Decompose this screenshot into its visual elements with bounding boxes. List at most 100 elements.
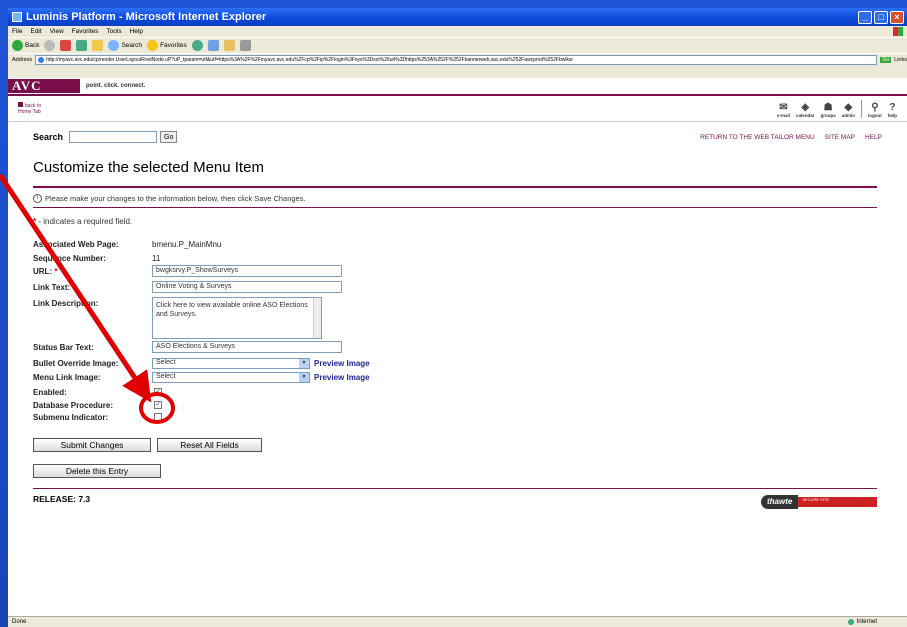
- search-go-button[interactable]: Go: [160, 131, 178, 143]
- portal-nav: back to Home Tab ✉ e-mail ◈ calendar ☗ g…: [8, 96, 907, 122]
- enabled-checkbox[interactable]: ✓: [154, 388, 162, 396]
- return-web-tailor-link[interactable]: RETURN TO THE WEB TAILOR MENU: [700, 134, 815, 141]
- help-nav[interactable]: ? help: [888, 101, 897, 118]
- reset-all-fields-button[interactable]: Reset All Fields: [157, 438, 262, 452]
- calendar-nav[interactable]: ◈ calendar: [796, 101, 815, 118]
- link-description-label: Link Description:: [33, 299, 99, 308]
- menu-link-image-select[interactable]: Select ▼: [152, 372, 310, 383]
- enabled-label: Enabled:: [33, 388, 67, 397]
- page-content: AVC point. click. connect. back to Home …: [8, 78, 907, 616]
- media-icon[interactable]: [191, 40, 203, 51]
- windows-logo-icon: [893, 27, 903, 36]
- info-icon: i: [33, 194, 42, 203]
- star-icon: [147, 40, 159, 51]
- groups-icon: ☗: [823, 101, 833, 113]
- address-label: Address: [12, 56, 33, 63]
- admin-nav[interactable]: ◆ admin: [842, 101, 855, 118]
- portal-icons: ✉ e-mail ◈ calendar ☗ groups ◆ admin ⚲ l…: [777, 99, 897, 118]
- status-bar-text-label: Status Bar Text:: [33, 343, 94, 352]
- groups-nav[interactable]: ☗ groups: [820, 101, 835, 118]
- refresh-icon[interactable]: [76, 40, 88, 51]
- menu-bar: File Edit View Favorites Tools Help: [8, 26, 907, 37]
- bullet-override-image-select[interactable]: Select ▼: [152, 358, 310, 369]
- ie-icon: [12, 12, 22, 22]
- back-to-home-link[interactable]: back to Home Tab: [18, 102, 41, 115]
- maximize-button[interactable]: □: [874, 10, 888, 24]
- link-text-input[interactable]: Online Voting & Surveys: [152, 281, 342, 293]
- link-description-textarea[interactable]: Click here to view available online ASO …: [152, 297, 322, 339]
- back-arrow-icon: [18, 102, 23, 107]
- sequence-number-value: 11: [152, 254, 161, 263]
- home-icon[interactable]: [92, 40, 104, 51]
- help-icon: ?: [889, 101, 896, 113]
- avc-logo: AVC: [8, 78, 80, 93]
- thawte-secure-seal[interactable]: thawte SECURE SITE: [761, 494, 877, 510]
- submenu-indicator-label: Submenu Indicator:: [33, 413, 109, 422]
- back-button[interactable]: Back: [12, 40, 39, 51]
- stop-icon[interactable]: [60, 40, 72, 51]
- security-zone: Internet: [847, 619, 877, 625]
- top-links: RETURN TO THE WEB TAILOR MENU SITE MAP H…: [700, 134, 882, 141]
- links-label[interactable]: Links: [894, 57, 907, 63]
- chevron-down-icon: ▼: [299, 373, 309, 382]
- status-bar-text-input[interactable]: ASO Elections & Surveys: [152, 341, 342, 353]
- secure-site-badge: SECURE SITE: [798, 497, 877, 507]
- search-row: Search Go: [33, 131, 178, 143]
- url-input[interactable]: bwgksrvy.P_ShowSurveys: [152, 265, 342, 277]
- title-divider: [33, 186, 877, 188]
- globe-icon: [847, 619, 854, 625]
- address-input[interactable]: http://myavc.avc.edu/cp/render.UserLayou…: [35, 54, 878, 65]
- browser-window: Luminis Platform - Microsoft Internet Ex…: [8, 8, 907, 627]
- menu-view[interactable]: View: [50, 28, 64, 35]
- minimize-button[interactable]: _: [858, 10, 872, 24]
- favorites-button[interactable]: Favorites: [147, 40, 187, 51]
- history-icon[interactable]: [207, 40, 219, 51]
- back-arrow-icon: [12, 40, 23, 51]
- menu-tools[interactable]: Tools: [106, 28, 121, 35]
- search-button[interactable]: Search: [108, 40, 142, 51]
- menu-edit[interactable]: Edit: [30, 28, 41, 35]
- menu-link-preview-image-link[interactable]: Preview Image: [314, 373, 370, 382]
- release-divider: [33, 488, 877, 489]
- textarea-scrollbar[interactable]: [313, 298, 321, 338]
- address-go-button[interactable]: Go: [880, 56, 892, 63]
- admin-icon: ◆: [844, 101, 853, 113]
- status-done: Done: [12, 619, 27, 625]
- site-map-link[interactable]: SITE MAP: [825, 134, 855, 141]
- search-icon: [108, 40, 120, 51]
- menu-favorites[interactable]: Favorites: [72, 28, 99, 35]
- title-bar: Luminis Platform - Microsoft Internet Ex…: [8, 8, 907, 26]
- page-title: Customize the selected Menu Item: [33, 159, 264, 176]
- link-text-label: Link Text:: [33, 283, 71, 292]
- required-star-icon: *: [54, 267, 58, 276]
- calendar-icon: ◈: [801, 101, 810, 113]
- site-header: AVC point. click. connect.: [8, 78, 907, 96]
- menu-file[interactable]: File: [12, 28, 22, 35]
- database-procedure-checkbox[interactable]: ✓: [154, 401, 162, 409]
- submenu-indicator-checkbox[interactable]: [154, 413, 162, 421]
- sequence-number-label: Sequence Number:: [33, 254, 106, 263]
- toolbar: Back Search Favorites: [8, 37, 907, 53]
- delete-entry-button[interactable]: Delete this Entry: [33, 464, 161, 478]
- logout-icon: ⚲: [871, 101, 879, 113]
- close-button[interactable]: ×: [890, 10, 904, 24]
- associated-web-page-value: bmenu.P_MainMnu: [152, 240, 222, 249]
- forward-arrow-icon[interactable]: [44, 40, 56, 51]
- envelope-icon: ✉: [779, 101, 788, 113]
- search-input[interactable]: [69, 131, 158, 143]
- mail-icon[interactable]: [223, 40, 235, 51]
- required-star-icon: *: [33, 217, 37, 226]
- bullet-preview-image-link[interactable]: Preview Image: [314, 359, 370, 368]
- email-nav[interactable]: ✉ e-mail: [777, 101, 790, 118]
- associated-web-page-label: Associated Web Page:: [33, 240, 119, 249]
- release-version: RELEASE: 7.3: [33, 494, 91, 504]
- status-bar: Done Internet: [8, 616, 907, 627]
- required-note: * - indicates a required field.: [33, 217, 133, 226]
- help-link[interactable]: HELP: [865, 134, 882, 141]
- menu-link-image-label: Menu Link Image:: [33, 373, 101, 382]
- menu-help[interactable]: Help: [130, 28, 143, 35]
- print-icon[interactable]: [239, 40, 251, 51]
- submit-changes-button[interactable]: Submit Changes: [33, 438, 151, 452]
- logout-nav[interactable]: ⚲ logout: [868, 101, 882, 118]
- instructions: i Please make your changes to the inform…: [33, 194, 306, 203]
